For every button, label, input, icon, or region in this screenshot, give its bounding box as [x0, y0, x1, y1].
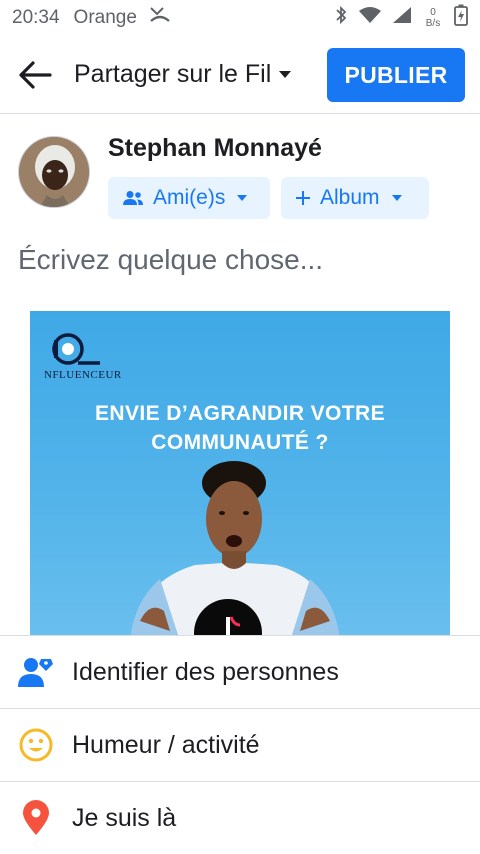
battery-charging-icon [454, 4, 468, 32]
missed-call-icon [149, 6, 171, 30]
person-illustration [100, 461, 380, 635]
header-title: Partager sur le Fil [74, 60, 272, 88]
back-arrow-icon[interactable] [16, 56, 54, 94]
friends-icon [122, 190, 144, 206]
smiley-icon [18, 727, 54, 763]
audience-selector[interactable]: Ami(e)s [108, 177, 270, 219]
bluetooth-icon [334, 5, 348, 31]
ad-headline: ENVIE D’AGRANDIR VOTRE COMMUNAUTÉ ? [30, 399, 450, 457]
check-in-label: Je suis là [72, 803, 177, 832]
album-selector[interactable]: Album [281, 177, 429, 219]
net-speed: 0 B/s [422, 7, 444, 29]
avatar [18, 136, 90, 208]
tag-people-action[interactable]: Identifier des personnes [0, 635, 480, 708]
composer-header: Partager sur le Fil PUBLIER [0, 36, 480, 114]
signal-icon [392, 6, 412, 30]
tag-people-label: Identifier des personnes [72, 657, 339, 686]
chevron-down-icon [237, 195, 248, 201]
plus-icon [295, 190, 311, 206]
ad-headline-line1: ENVIE D’AGRANDIR VOTRE [95, 402, 385, 425]
wifi-icon [358, 6, 382, 30]
location-pin-icon [18, 800, 54, 836]
status-time: 20:34 [12, 7, 60, 28]
share-destination-selector[interactable]: Partager sur le Fil [74, 60, 292, 89]
logo-text: NFLUENCEUR [44, 369, 122, 381]
tag-people-icon [18, 654, 54, 690]
check-in-action[interactable]: Je suis là [0, 781, 480, 854]
net-speed-unit: B/s [425, 18, 441, 29]
feeling-activity-label: Humeur / activité [72, 730, 260, 759]
publish-button[interactable]: PUBLIER [327, 48, 465, 102]
album-label: Album [320, 186, 380, 209]
audience-label: Ami(e)s [153, 186, 226, 209]
ad-headline-line2: COMMUNAUTÉ ? [151, 431, 329, 454]
feeling-activity-action[interactable]: Humeur / activité [0, 708, 480, 781]
post-text-input[interactable]: Écrivez quelque chose... [18, 244, 462, 276]
composer-actions: Identifier des personnes Humeur / activi… [0, 635, 480, 854]
status-bar: 20:34 Orange 0 B/s [0, 0, 480, 36]
status-carrier: Orange [73, 7, 137, 28]
chevron-down-icon [279, 71, 292, 78]
chevron-down-icon [391, 195, 402, 201]
net-speed-value: 0 [430, 7, 436, 18]
attached-image[interactable]: NFLUENCEUR ENVIE D’AGRANDIR VOTRE COMMUN… [30, 311, 450, 635]
author-name: Stephan Monnayé [108, 134, 322, 162]
